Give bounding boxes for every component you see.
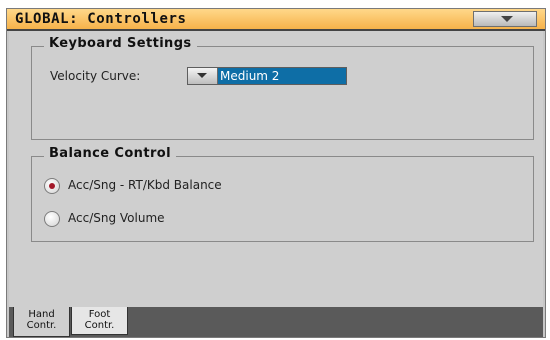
page-menu-button[interactable]: [473, 11, 537, 27]
tab-label-line1: Foot: [88, 309, 111, 320]
tab-label-line2: Contr.: [84, 320, 115, 331]
balance-control-group: Balance Control Acc/Sng - RT/Kbd Balance…: [31, 146, 534, 242]
tab-hand-controllers[interactable]: Hand Contr.: [13, 307, 70, 337]
radio-label: Acc/Sng Volume: [68, 211, 165, 225]
tab-bar: Hand Contr. Foot Contr.: [9, 307, 543, 337]
radio-label: Acc/Sng - RT/Kbd Balance: [68, 178, 222, 192]
tab-foot-controllers[interactable]: Foot Contr.: [71, 307, 128, 335]
velocity-curve-label: Velocity Curve:: [50, 69, 141, 83]
tab-label-line2: Contr.: [26, 320, 57, 331]
dropdown-arrow-button[interactable]: [188, 68, 218, 84]
title-bar: GLOBAL: Controllers: [7, 9, 545, 31]
radio-button[interactable]: [44, 211, 60, 227]
page-title: GLOBAL: Controllers: [15, 11, 187, 27]
keyboard-settings-title: Keyboard Settings: [44, 36, 197, 51]
keyboard-settings-group: Keyboard Settings Velocity Curve: Medium…: [31, 36, 534, 140]
radio-button-checked[interactable]: [44, 178, 60, 194]
main-panel: Keyboard Settings Velocity Curve: Medium…: [9, 31, 543, 307]
balance-control-title: Balance Control: [44, 146, 176, 161]
velocity-curve-value: Medium 2: [220, 69, 280, 83]
chevron-down-icon: [501, 16, 513, 22]
controllers-window: GLOBAL: Controllers Keyboard Settings Ve…: [6, 8, 546, 338]
chevron-down-icon: [197, 73, 207, 78]
tab-label-line1: Hand: [28, 309, 55, 320]
velocity-curve-dropdown[interactable]: Medium 2: [187, 67, 347, 85]
